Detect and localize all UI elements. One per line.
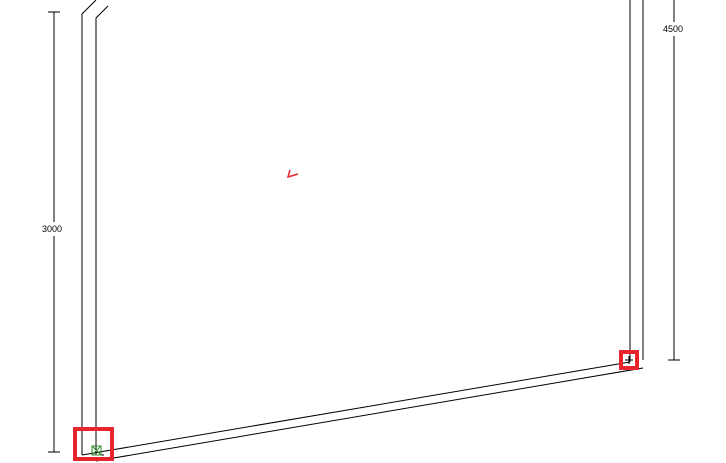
dimension-right-label: 4500 [663, 24, 683, 34]
wall-left[interactable] [81, 0, 109, 455]
cad-viewport[interactable]: 3000 4500 [0, 0, 726, 463]
wall-bottom[interactable] [81, 361, 644, 462]
dimension-left-label: 3000 [42, 224, 62, 234]
snap-point-right[interactable] [619, 350, 639, 370]
dimension-left: 3000 [38, 11, 66, 453]
dimension-right: 4500 [660, 0, 688, 361]
axis-indicator-icon [286, 169, 299, 179]
snap-point-left[interactable] [73, 427, 114, 461]
wall-right[interactable] [629, 0, 644, 362]
